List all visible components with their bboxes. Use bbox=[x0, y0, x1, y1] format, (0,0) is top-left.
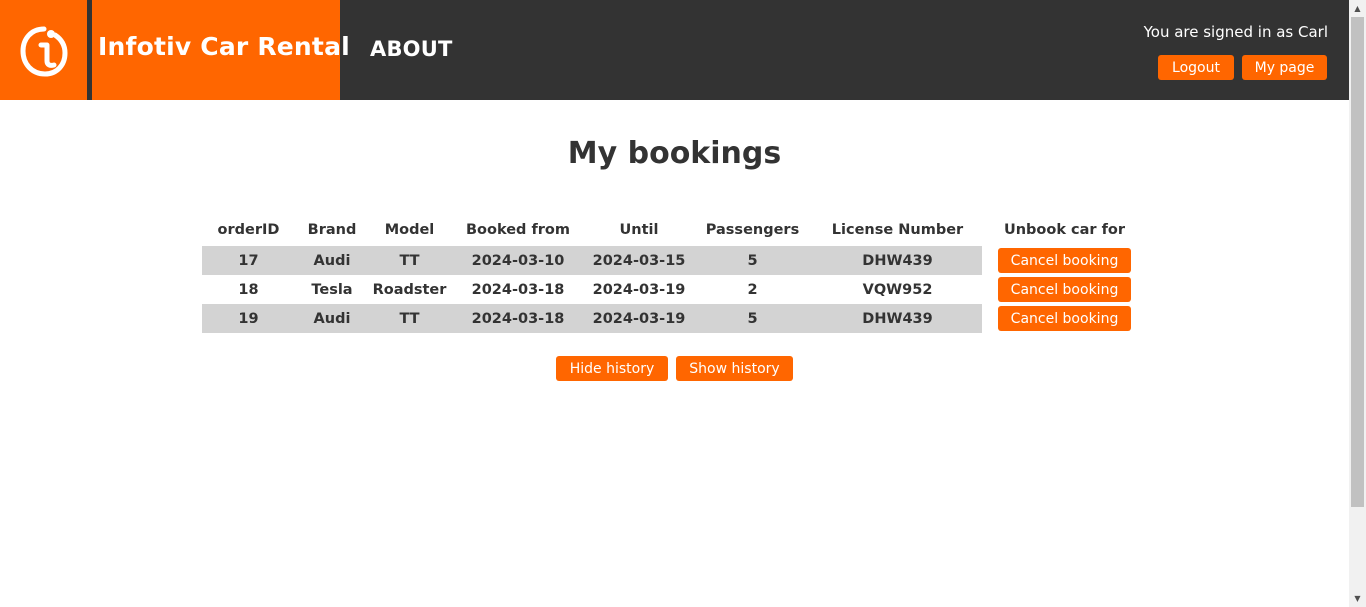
cell-license: DHW439 bbox=[813, 304, 982, 333]
vertical-scrollbar[interactable]: ▲ ▼ bbox=[1349, 0, 1366, 607]
cell-gap bbox=[982, 275, 998, 304]
table-header-row: orderID Brand Model Booked from Until Pa… bbox=[202, 214, 1131, 246]
col-until: Until bbox=[619, 222, 659, 238]
table-row: 19 Audi TT 2024-03-18 2024-03-19 5 DHW43… bbox=[202, 304, 1131, 333]
cell-brand: Tesla bbox=[311, 281, 353, 298]
page-title: My bookings bbox=[567, 136, 782, 171]
col-brand: Brand bbox=[307, 222, 357, 238]
col-license-number: License Number bbox=[831, 222, 964, 238]
logo-box[interactable] bbox=[0, 0, 87, 100]
hide-history-button[interactable]: Hide history bbox=[556, 356, 668, 381]
cell-until: 2024-03-15 bbox=[586, 246, 692, 275]
scroll-thumb[interactable] bbox=[1351, 17, 1364, 507]
col-passengers: Passengers bbox=[705, 222, 800, 238]
cell-until: 2024-03-19 bbox=[592, 281, 686, 298]
cell-passengers: 2 bbox=[747, 281, 758, 298]
brand-title[interactable]: Infotiv Car Rental bbox=[98, 32, 350, 61]
signed-in-text: You are signed in as Carl bbox=[1143, 23, 1328, 41]
cell-brand: Audi bbox=[295, 246, 369, 275]
my-page-button[interactable]: My page bbox=[1242, 55, 1327, 80]
cell-until: 2024-03-19 bbox=[586, 304, 692, 333]
bookings-table: orderID Brand Model Booked from Until Pa… bbox=[202, 214, 1131, 333]
show-history-button[interactable]: Show history bbox=[676, 356, 793, 381]
history-controls: Hide history Show history bbox=[0, 356, 1349, 381]
nav-about-link[interactable]: ABOUT bbox=[370, 37, 453, 61]
cancel-booking-button[interactable]: Cancel booking bbox=[998, 277, 1131, 302]
cell-brand: Audi bbox=[295, 304, 369, 333]
cell-model: TT bbox=[369, 304, 450, 333]
col-gap bbox=[982, 214, 998, 246]
cell-order-id: 18 bbox=[238, 281, 259, 298]
cell-gap bbox=[982, 246, 998, 275]
cell-booked-from: 2024-03-10 bbox=[450, 246, 586, 275]
cell-order-id: 19 bbox=[202, 304, 295, 333]
brand-box[interactable]: Infotiv Car Rental bbox=[92, 0, 350, 100]
cell-gap bbox=[982, 304, 998, 333]
cell-passengers: 5 bbox=[692, 246, 813, 275]
table-row: 17 Audi TT 2024-03-10 2024-03-15 5 DHW43… bbox=[202, 246, 1131, 275]
cell-model: TT bbox=[369, 246, 450, 275]
col-order-id: orderID bbox=[217, 222, 280, 238]
header: Infotiv Car Rental ABOUT You are signed … bbox=[0, 0, 1349, 100]
col-unbook: Unbook car for bbox=[1003, 222, 1126, 238]
cancel-booking-button[interactable]: Cancel booking bbox=[998, 248, 1131, 273]
cell-license: DHW439 bbox=[813, 246, 982, 275]
page: Infotiv Car Rental ABOUT You are signed … bbox=[0, 0, 1366, 607]
scroll-up-arrow-icon[interactable]: ▲ bbox=[1349, 0, 1366, 17]
cell-order-id: 17 bbox=[202, 246, 295, 275]
cell-action: Cancel booking bbox=[998, 275, 1131, 304]
scroll-down-arrow-icon[interactable]: ▼ bbox=[1349, 590, 1366, 607]
cell-passengers: 5 bbox=[692, 304, 813, 333]
cell-license: VQW952 bbox=[862, 281, 933, 298]
infotiv-logo-icon bbox=[20, 26, 68, 77]
table-row: 18 Tesla Roadster 2024-03-18 2024-03-19 … bbox=[202, 275, 1131, 304]
col-model: Model bbox=[384, 222, 435, 238]
col-booked-from: Booked from bbox=[465, 222, 571, 238]
cell-action: Cancel booking bbox=[998, 246, 1131, 275]
cell-action: Cancel booking bbox=[998, 304, 1131, 333]
logout-button[interactable]: Logout bbox=[1158, 55, 1234, 80]
cancel-booking-button[interactable]: Cancel booking bbox=[998, 306, 1131, 331]
cell-booked-from: 2024-03-18 bbox=[450, 304, 586, 333]
cell-booked-from: 2024-03-18 bbox=[471, 281, 565, 298]
cell-model: Roadster bbox=[372, 281, 447, 298]
